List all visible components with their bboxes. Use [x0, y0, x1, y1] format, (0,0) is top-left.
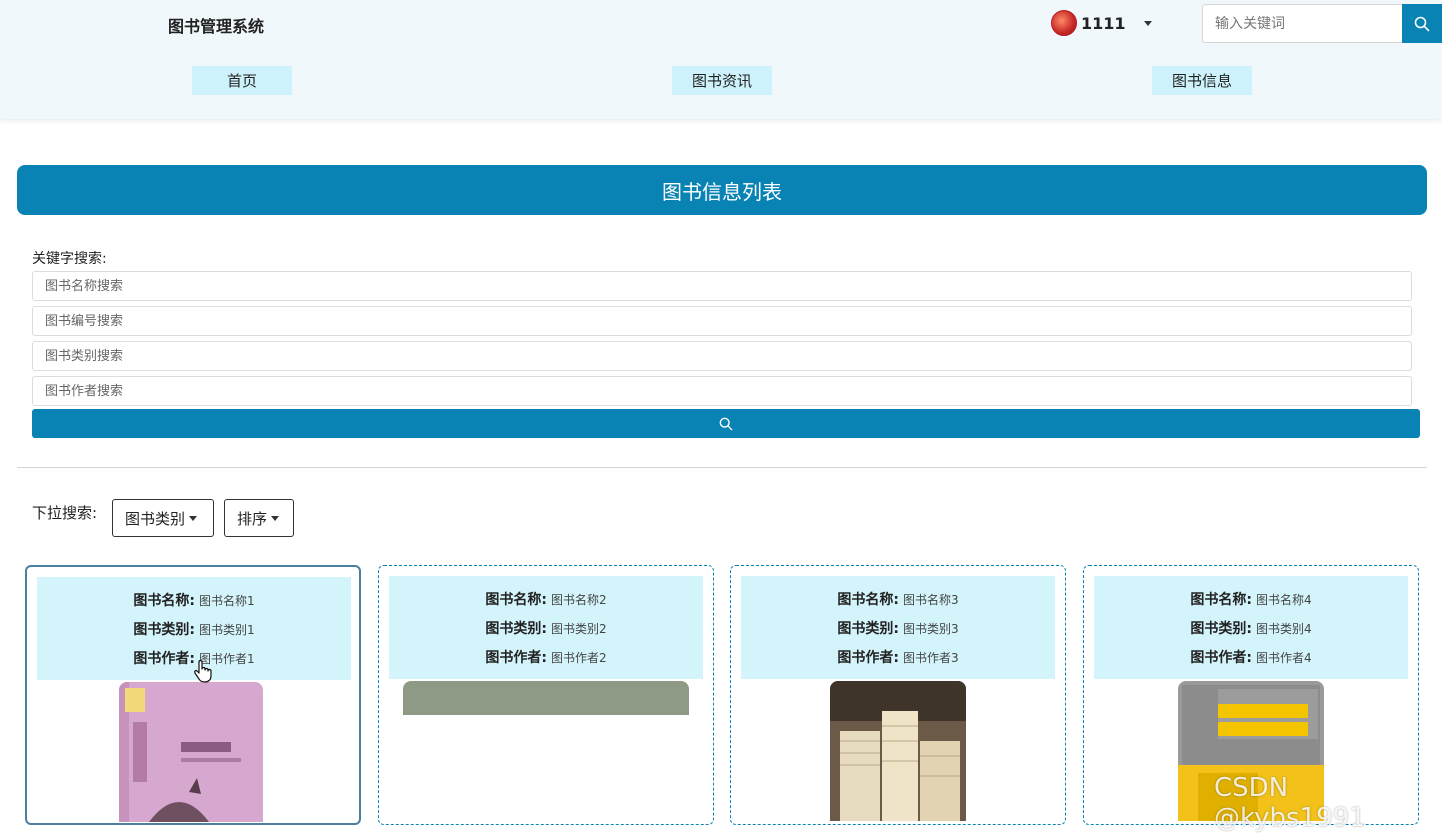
book-category-value: 图书类别1: [198, 622, 255, 637]
book-cover-image[interactable]: [119, 682, 263, 822]
sort-dropdown[interactable]: 排序: [224, 499, 294, 537]
header-search-button[interactable]: [1402, 4, 1442, 43]
header-search-input[interactable]: [1202, 4, 1402, 43]
book-name-value: 图书名称1: [198, 593, 255, 608]
dropdown-search-label: 下拉搜索:: [32, 504, 98, 522]
nav-item-home[interactable]: 首页: [192, 66, 292, 95]
sort-dropdown-label: 排序: [237, 509, 268, 528]
book-category-label: 图书类别:: [485, 620, 547, 637]
nav-item-book-info[interactable]: 图书信息: [1152, 66, 1252, 95]
site-title: 图书管理系统: [168, 17, 265, 36]
chevron-down-icon[interactable]: [1143, 20, 1152, 26]
caret-down-icon: [189, 515, 198, 521]
book-code-search-input[interactable]: [32, 306, 1412, 336]
book-category-label: 图书类别:: [133, 621, 195, 638]
book-name-value: 图书名称3: [902, 592, 959, 607]
header-search: [1202, 4, 1442, 43]
book-name-value: 图书名称4: [1255, 592, 1312, 607]
book-name-label: 图书名称:: [837, 591, 899, 608]
category-dropdown-label: 图书类别: [125, 509, 186, 528]
book-author-search-input[interactable]: [32, 376, 1412, 406]
book-card-info: 图书名称: 图书名称3 图书类别: 图书类别3 图书作者: 图书作者3: [741, 576, 1055, 679]
book-card[interactable]: 图书名称: 图书名称1 图书类别: 图书类别1 图书作者: 图书作者1: [25, 565, 361, 825]
book-author-label: 图书作者:: [485, 649, 547, 666]
book-author-label: 图书作者:: [1190, 649, 1252, 666]
book-name-value: 图书名称2: [550, 592, 607, 607]
book-category-value: 图书类别4: [1255, 621, 1312, 636]
book-category-label: 图书类别:: [837, 620, 899, 637]
book-name-label: 图书名称:: [1190, 591, 1252, 608]
divider: [17, 467, 1427, 468]
header: 图书管理系统 1111 首页 图书资讯 图书信息: [0, 0, 1442, 119]
avatar[interactable]: [1051, 10, 1077, 36]
book-author-label: 图书作者:: [133, 650, 195, 667]
book-cover-image[interactable]: [830, 681, 966, 821]
book-name-search-input[interactable]: [32, 271, 1412, 301]
hand-cursor-icon: [194, 660, 212, 683]
book-author-value: 图书作者2: [550, 650, 607, 665]
search-icon: [719, 417, 733, 430]
book-name-label: 图书名称:: [133, 592, 195, 609]
watermark: CSDN @kybs1991: [1214, 773, 1366, 833]
user-menu[interactable]: 1111: [1051, 9, 1152, 37]
keyword-search-label: 关键字搜索:: [32, 251, 107, 267]
nav-item-book-news[interactable]: 图书资讯: [672, 66, 772, 95]
category-dropdown[interactable]: 图书类别: [112, 499, 214, 537]
book-category-label: 图书类别:: [1190, 620, 1252, 637]
book-card[interactable]: 图书名称: 图书名称3 图书类别: 图书类别3 图书作者: 图书作者3: [730, 565, 1066, 825]
book-card-info: 图书名称: 图书名称2 图书类别: 图书类别2 图书作者: 图书作者2: [389, 576, 703, 679]
book-author-value: 图书作者3: [902, 650, 959, 665]
username[interactable]: 1111: [1081, 14, 1126, 33]
book-author-label: 图书作者:: [837, 649, 899, 666]
page-title: 图书信息列表: [17, 165, 1427, 215]
book-category-value: 图书类别2: [550, 621, 607, 636]
book-name-label: 图书名称:: [485, 591, 547, 608]
book-card[interactable]: 图书名称: 图书名称2 图书类别: 图书类别2 图书作者: 图书作者2: [378, 565, 714, 825]
book-category-value: 图书类别3: [902, 621, 959, 636]
book-category-search-input[interactable]: [32, 341, 1412, 371]
caret-down-icon: [271, 515, 280, 521]
book-cover-image[interactable]: [403, 681, 689, 715]
search-icon: [1414, 16, 1430, 31]
book-author-value: 图书作者4: [1255, 650, 1312, 665]
book-card-info: 图书名称: 图书名称4 图书类别: 图书类别4 图书作者: 图书作者4: [1094, 576, 1408, 679]
filter-search-button[interactable]: [32, 409, 1420, 438]
